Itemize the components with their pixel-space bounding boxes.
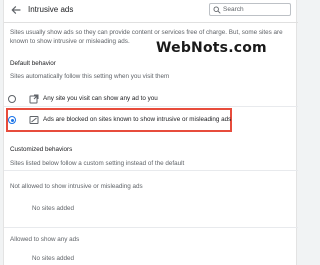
option-allow-all-label: Any site you visit can show any ad to yo…	[43, 95, 158, 102]
watermark-logo: WebNots.com	[156, 40, 267, 56]
section-divider	[4, 170, 298, 171]
external-link-icon	[29, 94, 39, 104]
header-divider	[4, 22, 298, 23]
option-block-intrusive-ads[interactable]: Ads are blocked on sites known to show i…	[7, 113, 289, 127]
page-title: Intrusive ads	[28, 5, 74, 14]
blocked-ad-icon	[29, 116, 39, 124]
customized-behaviors-heading: Customized behaviors	[10, 146, 73, 153]
back-arrow-icon[interactable]	[9, 3, 23, 17]
option-block-intrusive-label: Ads are blocked on sites known to show i…	[43, 116, 232, 123]
option-allow-all-ads[interactable]: Any site you visit can show any ad to yo…	[7, 92, 289, 106]
search-box[interactable]	[209, 3, 291, 16]
option-divider	[4, 106, 298, 107]
allowed-empty-text: No sites added	[32, 255, 75, 262]
page-header: Intrusive ads	[4, 0, 298, 22]
search-icon	[213, 6, 221, 14]
list-divider	[4, 227, 298, 228]
default-behavior-heading: Default behavior	[10, 60, 56, 67]
settings-card: Intrusive ads Sites usually show ads so …	[3, 0, 298, 265]
not-allowed-empty-text: No sites added	[32, 205, 75, 212]
search-input[interactable]	[223, 4, 289, 15]
not-allowed-heading: Not allowed to show intrusive or mislead…	[10, 183, 143, 190]
allowed-heading: Allowed to show any ads	[10, 236, 80, 243]
radio-allow-all-ads[interactable]	[8, 95, 16, 103]
radio-block-intrusive-ads[interactable]	[8, 116, 16, 124]
default-behavior-subtitle: Sites automatically follow this setting …	[10, 73, 170, 80]
customized-behaviors-subtitle: Sites listed below follow a custom setti…	[10, 160, 185, 167]
